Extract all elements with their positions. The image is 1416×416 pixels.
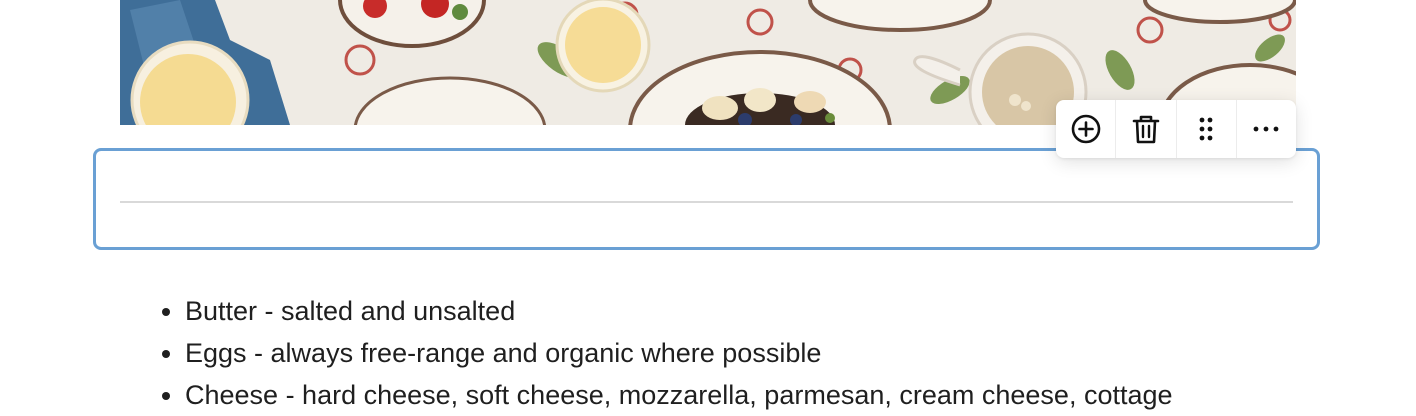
list-item[interactable]: Eggs - always free-range and organic whe… [162, 332, 1173, 374]
list-item[interactable]: Cheese - hard cheese, soft cheese, mozza… [162, 374, 1173, 416]
delete-button[interactable] [1116, 100, 1177, 158]
drag-handle-button[interactable] [1177, 100, 1237, 158]
separator-line [120, 201, 1293, 203]
separator-block[interactable] [93, 148, 1320, 250]
list-item[interactable]: Butter - salted and unsalted [162, 290, 1173, 332]
drag-handle-icon [1199, 117, 1213, 141]
bullet-list[interactable]: Butter - salted and unsalted Eggs - alwa… [162, 290, 1173, 416]
trash-icon [1132, 115, 1160, 144]
block-toolbar [1056, 100, 1296, 158]
plus-circle-icon [1071, 114, 1100, 144]
add-block-button[interactable] [1056, 100, 1117, 158]
more-options-button[interactable] [1237, 100, 1296, 158]
more-horizontal-icon [1253, 126, 1279, 132]
